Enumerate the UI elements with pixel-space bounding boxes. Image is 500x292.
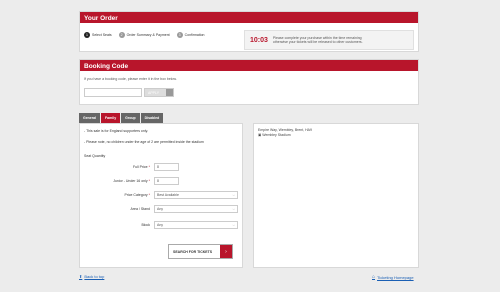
back-to-top-label: Back to top bbox=[84, 274, 105, 279]
ticket-form-panel: - This sale is for England supporters on… bbox=[79, 123, 243, 268]
step-number: 2 bbox=[118, 32, 125, 38]
step-label: Select Seats bbox=[92, 33, 112, 37]
booking-code-instruction: If you have a booking code, please enter… bbox=[84, 77, 177, 81]
step-order-summary: 2 Order Summary & Payment bbox=[118, 32, 170, 38]
venue-panel: Empire Way, Wembley, Brent, HA9 ▣ Wemble… bbox=[253, 123, 419, 268]
arrow-right-icon: › bbox=[220, 245, 232, 258]
step-number: 3 bbox=[176, 32, 183, 38]
tab-general[interactable]: General bbox=[79, 113, 101, 123]
price-category-label: Price Category * bbox=[124, 192, 150, 197]
block-row: Block Any ⌵ bbox=[84, 220, 238, 229]
booking-code-input[interactable] bbox=[84, 88, 142, 97]
stadium-image-placeholder: ▣ Wembley Stadium bbox=[258, 133, 291, 137]
search-tickets-label: SEARCH FOR TICKETS bbox=[173, 249, 213, 254]
junior-input[interactable]: 0 bbox=[154, 176, 179, 185]
timer-box: 10:03 Please complete your purchase with… bbox=[244, 30, 414, 50]
area-label: Area / Stand bbox=[130, 206, 150, 211]
step-confirmation: 3 Confirmation bbox=[176, 32, 205, 38]
seat-quantity-label: Seat Quantity bbox=[84, 154, 106, 158]
block-select[interactable]: Any ⌵ bbox=[154, 220, 238, 229]
timer-message-line: otherwise your tickets will be released … bbox=[272, 40, 363, 44]
tab-disabled[interactable]: Disabled bbox=[140, 113, 164, 123]
full-price-label: Full Price * bbox=[133, 164, 150, 169]
stadium-image-alt: Wembley Stadium bbox=[262, 133, 291, 137]
countdown-timer: 10:03 bbox=[250, 36, 268, 44]
chevron-down-icon: ⌵ bbox=[232, 192, 235, 197]
apply-label: APPLY bbox=[148, 90, 160, 95]
step-select-seats: 1 Select Seats bbox=[84, 32, 112, 38]
apply-button[interactable]: APPLY bbox=[144, 88, 174, 97]
booking-code-title: Booking Code bbox=[80, 60, 418, 71]
block-label: Block bbox=[141, 222, 150, 227]
step-label: Confirmation bbox=[184, 33, 205, 37]
arrow-right-icon bbox=[166, 89, 173, 96]
back-to-top-link[interactable]: ⬆ Back to top bbox=[79, 274, 104, 279]
timer-message: Please complete your purchase within the… bbox=[273, 36, 363, 45]
booking-code-panel: Booking Code If you have a booking code,… bbox=[79, 59, 419, 105]
chevron-down-icon: ⌵ bbox=[232, 222, 235, 227]
arrow-up-icon: ⬆ bbox=[79, 274, 83, 279]
chevron-down-icon: ⌵ bbox=[232, 206, 235, 211]
your-order-title: Your Order bbox=[80, 12, 418, 23]
block-value: Any bbox=[157, 222, 164, 227]
price-category-select[interactable]: Best Available ⌵ bbox=[154, 190, 238, 199]
full-price-input[interactable]: 0 bbox=[154, 162, 179, 171]
full-price-row: Full Price * 0 bbox=[84, 162, 238, 171]
ticketing-homepage-label: Ticketing Homepage bbox=[377, 274, 414, 280]
step-label: Order Summary & Payment bbox=[126, 33, 170, 37]
tab-group[interactable]: Group bbox=[121, 113, 140, 123]
your-order-panel: Your Order 1 Select Seats 2 Order Summar… bbox=[79, 11, 419, 52]
tab-family[interactable]: Family bbox=[101, 113, 121, 123]
home-icon: ⌂ bbox=[372, 274, 376, 280]
search-tickets-button[interactable]: SEARCH FOR TICKETS › bbox=[168, 244, 233, 259]
area-select[interactable]: Any ⌵ bbox=[154, 204, 238, 213]
junior-row: Junior - Under 16 only * 0 bbox=[84, 176, 238, 185]
price-category-row: Price Category * Best Available ⌵ bbox=[84, 190, 238, 199]
children-note: - Please note, no children under the age… bbox=[84, 140, 204, 144]
area-row: Area / Stand Any ⌵ bbox=[84, 204, 238, 213]
ticket-type-tabs: General Family Group Disabled bbox=[79, 113, 164, 123]
venue-info: Empire Way, Wembley, Brent, HA9 ▣ Wemble… bbox=[258, 128, 312, 138]
supporters-note: - This sale is for England supporters on… bbox=[84, 129, 149, 133]
ticketing-homepage-link[interactable]: ⌂ Ticketing Homepage bbox=[372, 274, 414, 280]
area-value: Any bbox=[157, 206, 164, 211]
step-number: 1 bbox=[84, 32, 90, 38]
junior-label: Junior - Under 16 only * bbox=[113, 178, 150, 183]
price-category-value: Best Available bbox=[157, 192, 179, 197]
